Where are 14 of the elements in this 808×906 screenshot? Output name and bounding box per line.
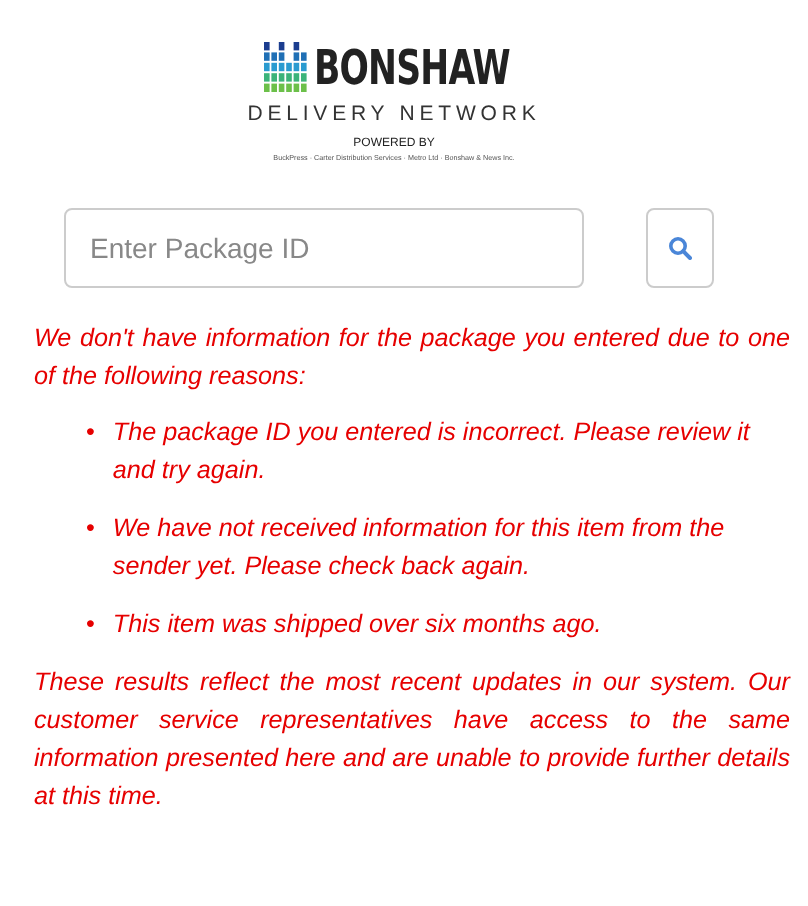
bullet: • xyxy=(86,512,95,546)
brand-name: BONSHAW xyxy=(314,42,511,94)
brand-subtitle: DELIVERY NETWORK xyxy=(247,102,541,126)
package-id-field[interactable]: Enter Package ID xyxy=(64,208,584,288)
reason-item: This item was shipped over six months ago. xyxy=(112,608,602,642)
intro-text: We don't have information for the package you entered due to one of the following reasons: xyxy=(34,322,790,394)
reason-item: The package ID you entered is incorrect. Please review it and try again. xyxy=(112,416,750,488)
footer-text: These results reflect the most recent updates in our system. Our customer service representatives have access to the same information presented here and are unable to provide further details at this time. xyxy=(34,666,790,814)
logo-icon xyxy=(264,42,309,94)
bullet: • xyxy=(86,416,95,450)
reason-item: We have not received information for this item from the sender yet. Please check back again. xyxy=(112,512,727,584)
bullet: • xyxy=(86,608,95,642)
search-icon xyxy=(668,236,692,260)
search-button[interactable] xyxy=(646,208,714,288)
